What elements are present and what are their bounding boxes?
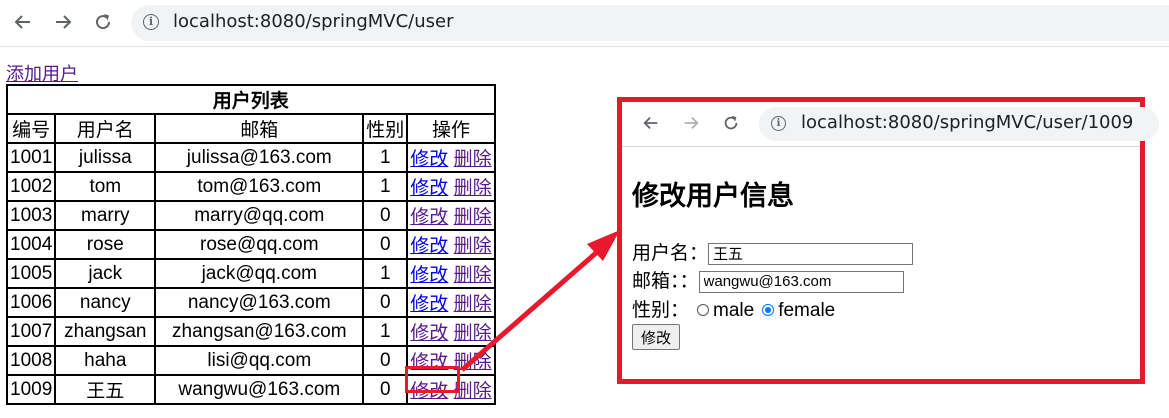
email-row: 邮箱：： — [632, 266, 904, 293]
inset-browser-toolbar: i localhost:8080/springMVC/user/1009 — [622, 102, 1159, 147]
email-input[interactable] — [698, 270, 904, 293]
reload-icon[interactable] — [716, 108, 746, 138]
gender-label: 性别： — [632, 300, 690, 321]
edit-form: 修改用户信息 用户名： 邮箱：： 性别： male female 修改 — [632, 148, 1136, 375]
username-input[interactable] — [708, 242, 914, 265]
info-icon[interactable]: i — [771, 116, 786, 131]
gender-radio-male[interactable] — [697, 303, 710, 316]
edit-user-window: i localhost:8080/springMVC/user/1009 修改用… — [617, 97, 1159, 384]
forward-arrow-icon[interactable] — [676, 108, 706, 138]
submit-button[interactable]: 修改 — [632, 324, 681, 350]
inset-url-text: localhost:8080/springMVC/user/1009 — [801, 112, 1134, 133]
email-label: 邮箱：： — [632, 271, 699, 292]
inset-address-bar[interactable]: i localhost:8080/springMVC/user/1009 — [759, 107, 1159, 141]
gender-radio-female[interactable] — [762, 303, 775, 316]
gender-option-male: male — [713, 300, 755, 321]
username-row: 用户名： — [632, 238, 914, 265]
page-title: 修改用户信息 — [632, 181, 794, 211]
gender-option-female: female — [778, 300, 836, 321]
gender-row: 性别： male female — [632, 295, 835, 322]
username-label: 用户名： — [632, 243, 709, 264]
back-arrow-icon[interactable] — [636, 108, 666, 138]
